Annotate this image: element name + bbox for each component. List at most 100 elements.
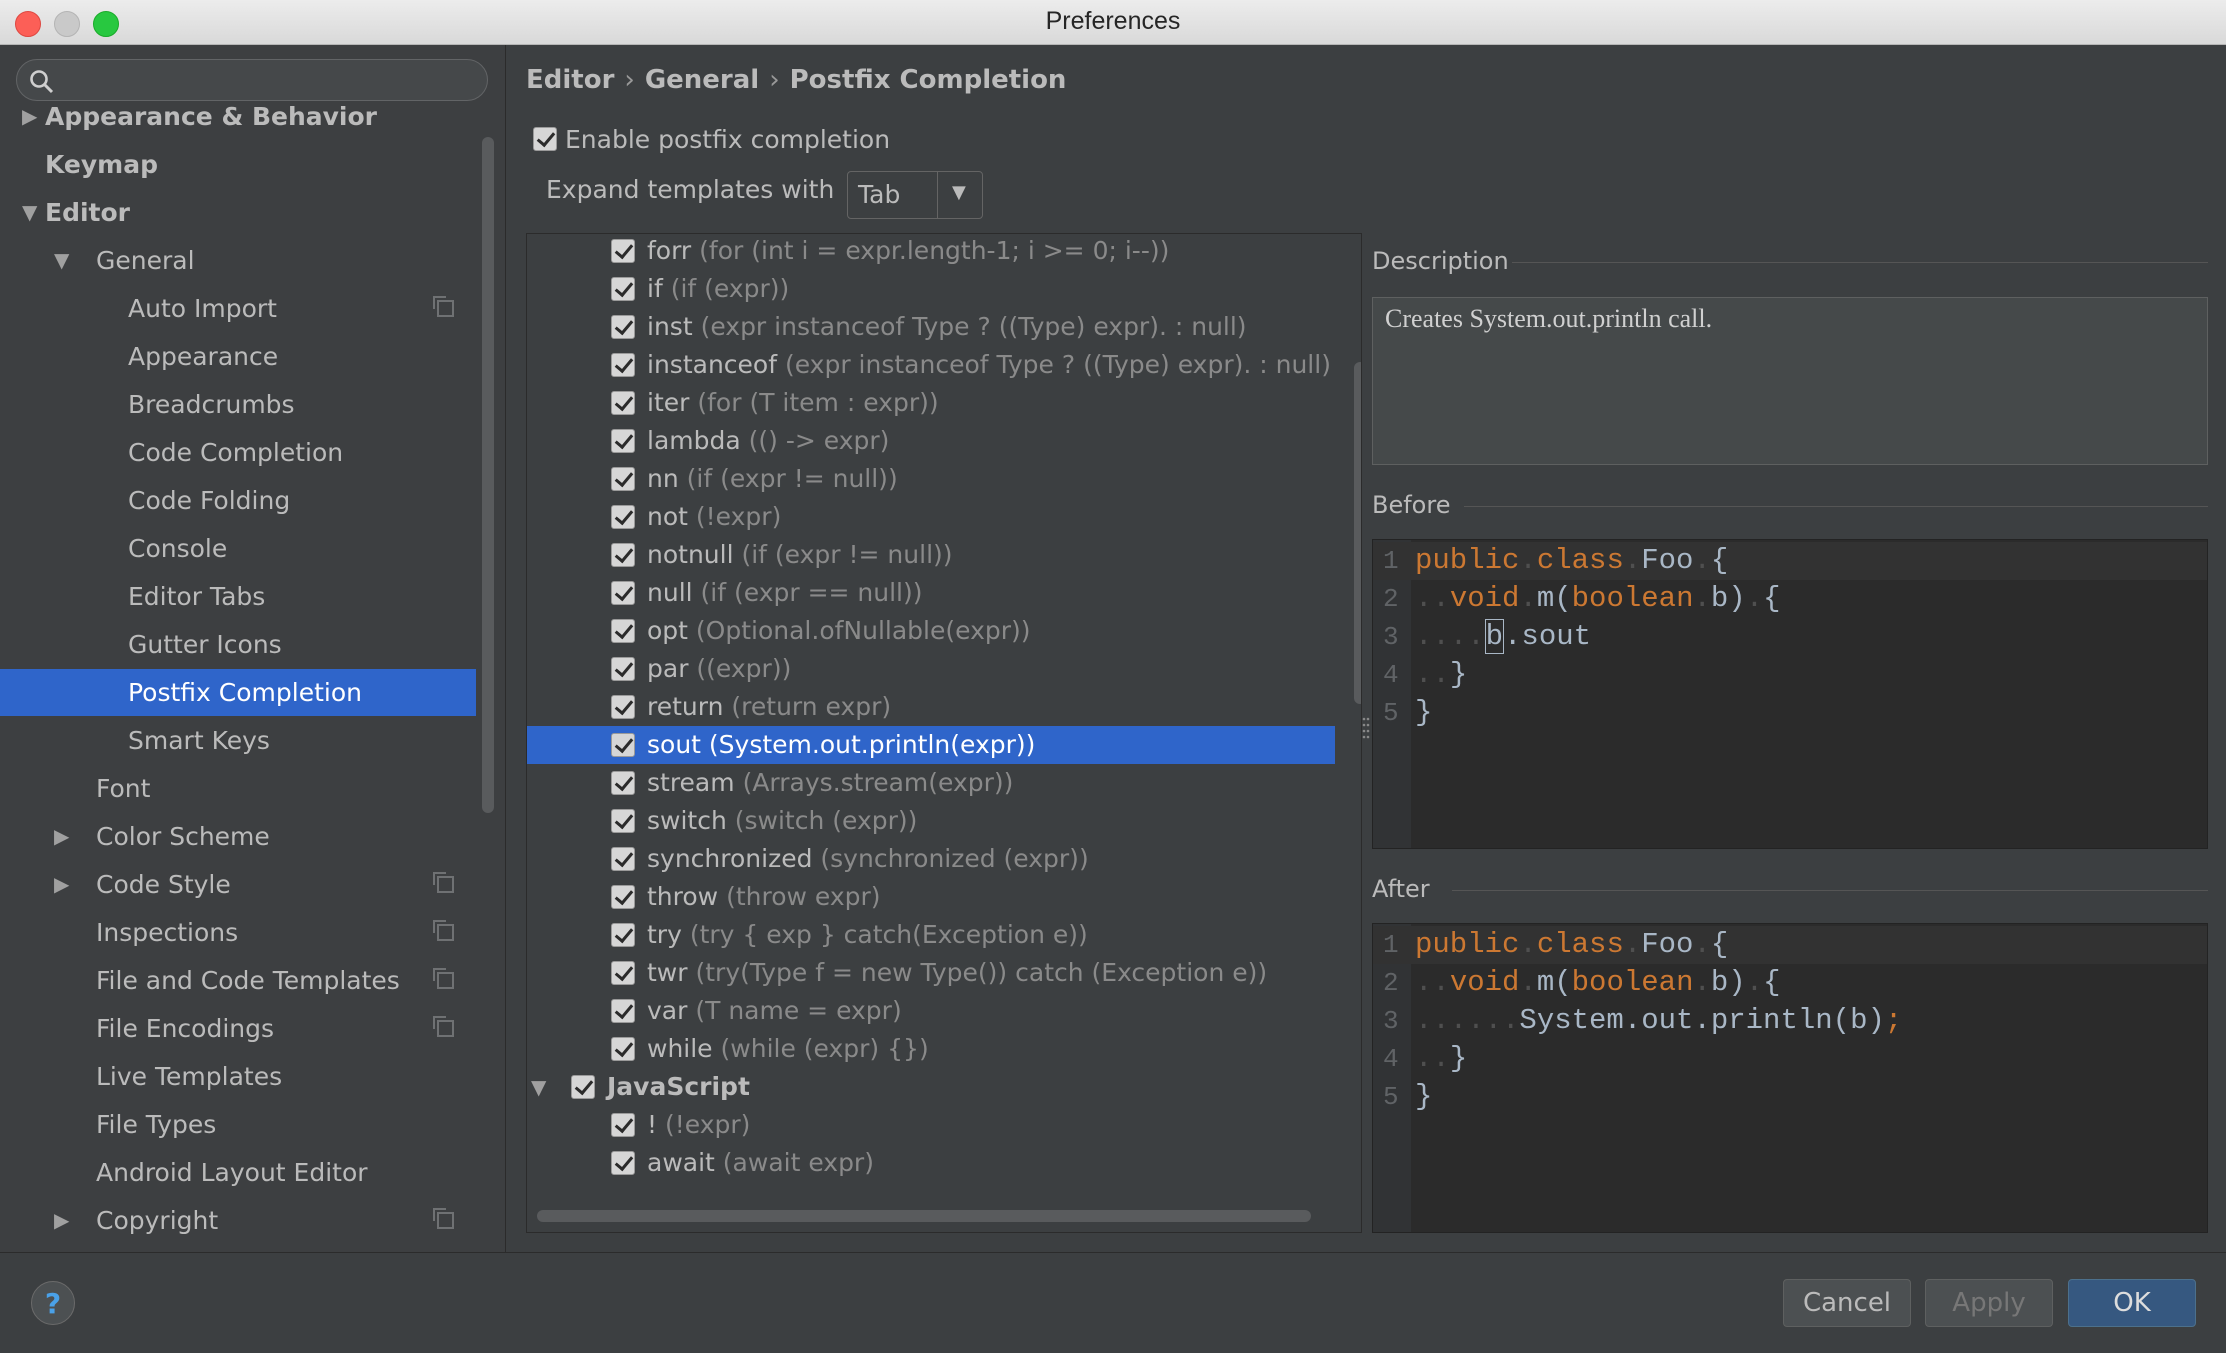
template-row[interactable]: lambda (() -> expr) bbox=[527, 422, 1335, 460]
cancel-button[interactable]: Cancel bbox=[1783, 1279, 1911, 1327]
collapsed-arrow-icon[interactable]: ▶ bbox=[22, 105, 37, 140]
sidebar-item[interactable]: Code Completion bbox=[0, 429, 476, 476]
template-row[interactable]: forr (for (int i = expr.length-1; i >= 0… bbox=[527, 234, 1335, 270]
sidebar-item[interactable]: Inspections bbox=[0, 909, 476, 956]
sidebar-scrollbar[interactable] bbox=[482, 137, 494, 813]
template-checkbox[interactable] bbox=[611, 809, 635, 833]
template-checkbox[interactable] bbox=[611, 581, 635, 605]
template-row[interactable]: ! (!expr) bbox=[527, 1106, 1335, 1144]
sidebar-item[interactable]: Gutter Icons bbox=[0, 621, 476, 668]
template-row[interactable]: twr (try(Type f = new Type()) catch (Exc… bbox=[527, 954, 1335, 992]
expanded-arrow-icon[interactable]: ▼ bbox=[54, 237, 69, 284]
template-checkbox[interactable] bbox=[611, 277, 635, 301]
template-checkbox[interactable] bbox=[611, 391, 635, 415]
template-checkbox[interactable] bbox=[611, 1151, 635, 1175]
sidebar-item[interactable]: Breadcrumbs bbox=[0, 381, 476, 428]
sidebar-item[interactable]: Code Folding bbox=[0, 477, 476, 524]
expand-key-select[interactable]: Tab ▼ bbox=[847, 171, 983, 219]
template-checkbox[interactable] bbox=[611, 239, 635, 263]
template-row[interactable]: throw (throw expr) bbox=[527, 878, 1335, 916]
template-checkbox[interactable] bbox=[611, 315, 635, 339]
splitter-handle[interactable] bbox=[1361, 715, 1371, 745]
settings-search[interactable] bbox=[16, 59, 488, 101]
template-checkbox[interactable] bbox=[611, 467, 635, 491]
sidebar-item[interactable]: File and Code Templates bbox=[0, 957, 476, 1004]
template-checkbox[interactable] bbox=[611, 923, 635, 947]
template-row[interactable]: if (if (expr)) bbox=[527, 270, 1335, 308]
template-row[interactable]: inst (expr instanceof Type ? ((Type) exp… bbox=[527, 308, 1335, 346]
template-row[interactable]: iter (for (T item : expr)) bbox=[527, 384, 1335, 422]
expanded-arrow-icon[interactable]: ▼ bbox=[22, 189, 37, 236]
help-button[interactable]: ? bbox=[31, 1281, 75, 1325]
template-row[interactable]: instanceof (expr instanceof Type ? ((Typ… bbox=[527, 346, 1335, 384]
project-settings-icon bbox=[433, 968, 454, 989]
sidebar-item[interactable]: Postfix Completion bbox=[0, 669, 476, 716]
sidebar-item[interactable]: Android Layout Editor bbox=[0, 1149, 476, 1196]
template-checkbox[interactable] bbox=[611, 657, 635, 681]
templates-horizontal-scrollbar[interactable] bbox=[537, 1210, 1311, 1222]
template-row[interactable]: synchronized (synchronized (expr)) bbox=[527, 840, 1335, 878]
sidebar-item-label: Gutter Icons bbox=[128, 630, 282, 659]
template-row[interactable]: await (await expr) bbox=[527, 1144, 1335, 1182]
sidebar-item[interactable]: ▶ Copyright bbox=[0, 1197, 476, 1244]
expanded-arrow-icon[interactable]: ▼ bbox=[531, 1068, 546, 1106]
enable-postfix-checkbox[interactable] bbox=[533, 127, 557, 151]
template-row[interactable]: opt (Optional.ofNullable(expr)) bbox=[527, 612, 1335, 650]
collapsed-arrow-icon[interactable]: ▶ bbox=[54, 813, 69, 860]
template-label: null (if (expr == null)) bbox=[647, 574, 923, 612]
templates-vertical-scrollbar[interactable] bbox=[1354, 362, 1361, 704]
template-row[interactable]: nn (if (expr != null)) bbox=[527, 460, 1335, 498]
sidebar-item[interactable]: ▶ Color Scheme bbox=[0, 813, 476, 860]
sidebar-item[interactable]: Live Templates bbox=[0, 1053, 476, 1100]
template-checkbox[interactable] bbox=[611, 543, 635, 567]
template-row[interactable]: null (if (expr == null)) bbox=[527, 574, 1335, 612]
template-checkbox[interactable] bbox=[611, 619, 635, 643]
template-row[interactable]: switch (switch (expr)) bbox=[527, 802, 1335, 840]
template-checkbox[interactable] bbox=[611, 733, 635, 757]
template-checkbox[interactable] bbox=[611, 961, 635, 985]
template-row[interactable]: notnull (if (expr != null)) bbox=[527, 536, 1335, 574]
template-checkbox[interactable] bbox=[611, 1037, 635, 1061]
template-checkbox[interactable] bbox=[611, 885, 635, 909]
template-checkbox[interactable] bbox=[611, 999, 635, 1023]
template-row[interactable]: sout (System.out.println(expr)) bbox=[527, 726, 1335, 764]
sidebar-item[interactable]: ▶ Appearance & Behavior bbox=[0, 105, 476, 140]
template-checkbox[interactable] bbox=[611, 847, 635, 871]
template-row[interactable]: var (T name = expr) bbox=[527, 992, 1335, 1030]
template-checkbox[interactable] bbox=[611, 505, 635, 529]
template-checkbox[interactable] bbox=[611, 1113, 635, 1137]
template-row[interactable]: while (while (expr) {}) bbox=[527, 1030, 1335, 1068]
template-row[interactable]: par ((expr)) bbox=[527, 650, 1335, 688]
sidebar-item[interactable]: ▼ Editor bbox=[0, 189, 476, 236]
ok-button[interactable]: OK bbox=[2068, 1279, 2196, 1327]
sidebar-item[interactable]: Editor Tabs bbox=[0, 573, 476, 620]
apply-button[interactable]: Apply bbox=[1925, 1279, 2053, 1327]
project-settings-icon bbox=[433, 872, 454, 893]
sidebar-item-label: Live Templates bbox=[96, 1062, 283, 1091]
sidebar-item[interactable]: ▼ General bbox=[0, 237, 476, 284]
code-token: } bbox=[1449, 1042, 1468, 1075]
sidebar-item[interactable]: Appearance bbox=[0, 333, 476, 380]
template-checkbox[interactable] bbox=[611, 771, 635, 795]
template-row[interactable]: stream (Arrays.stream(expr)) bbox=[527, 764, 1335, 802]
template-group-row[interactable]: ▼ JavaScript bbox=[527, 1068, 1335, 1106]
sidebar-item[interactable]: File Encodings bbox=[0, 1005, 476, 1052]
sidebar-item[interactable]: Console bbox=[0, 525, 476, 572]
template-checkbox[interactable] bbox=[611, 353, 635, 377]
sidebar-item[interactable]: ▶ Code Style bbox=[0, 861, 476, 908]
template-row[interactable]: try (try { exp } catch(Exception e)) bbox=[527, 916, 1335, 954]
enable-postfix-row[interactable]: Enable postfix completion bbox=[533, 123, 890, 154]
sidebar-item[interactable]: Smart Keys bbox=[0, 717, 476, 764]
sidebar-item[interactable]: Auto Import bbox=[0, 285, 476, 332]
template-checkbox[interactable] bbox=[571, 1075, 595, 1099]
search-input[interactable] bbox=[67, 64, 471, 98]
collapsed-arrow-icon[interactable]: ▶ bbox=[54, 861, 69, 908]
template-checkbox[interactable] bbox=[611, 429, 635, 453]
template-checkbox[interactable] bbox=[611, 695, 635, 719]
sidebar-item[interactable]: Font bbox=[0, 765, 476, 812]
collapsed-arrow-icon[interactable]: ▶ bbox=[54, 1197, 69, 1244]
template-row[interactable]: return (return expr) bbox=[527, 688, 1335, 726]
sidebar-item[interactable]: File Types bbox=[0, 1101, 476, 1148]
sidebar-item[interactable]: Keymap bbox=[0, 141, 476, 188]
template-row[interactable]: not (!expr) bbox=[527, 498, 1335, 536]
